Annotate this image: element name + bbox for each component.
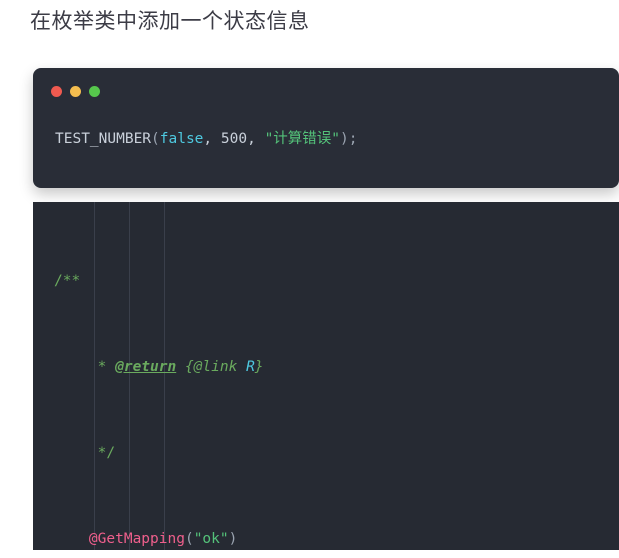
window-code-line: TEST_NUMBER(false, 500, "计算错误"); [55,128,358,150]
editor-code-lines: /** * @return {@link R} */ @GetMapping("… [33,206,619,550]
window-controls [51,86,100,97]
close-icon[interactable] [51,86,62,97]
token-string: "计算错误" [264,131,341,147]
doc-close: */ [54,444,116,461]
doc-star: * [54,358,116,375]
code-window-snippet: TEST_NUMBER(false, 500, "计算错误"); [33,68,619,188]
doc-link-type: R [246,358,255,375]
minimize-icon[interactable] [70,86,81,97]
token-number: 500 [220,131,248,147]
annotation-arg: "ok" [193,530,229,547]
code-line: @GetMapping("ok") [88,530,238,547]
maximize-icon[interactable] [89,86,100,97]
doc-link-open: {@link [176,358,247,375]
token-sep1: , [203,131,221,147]
token-boolean: false [159,131,204,147]
code-line: * @return {@link R} [33,357,619,379]
code-editor-snippet[interactable]: /** * @return {@link R} */ @GetMapping("… [33,202,619,550]
code-line: */ [33,443,619,465]
doc-link-close: } [254,358,264,375]
token-sep2: , [247,131,265,147]
doc-open: /** [54,272,81,289]
annotation-getmapping: @GetMapping [88,530,185,547]
page-title: 在枚举类中添加一个状态信息 [30,9,310,33]
token-open-paren: ( [151,131,160,147]
doc-return-tag: @return [115,358,177,375]
token-identifier: TEST_NUMBER [55,131,152,147]
token-close: ); [340,131,358,147]
code-line: /** [33,271,619,293]
